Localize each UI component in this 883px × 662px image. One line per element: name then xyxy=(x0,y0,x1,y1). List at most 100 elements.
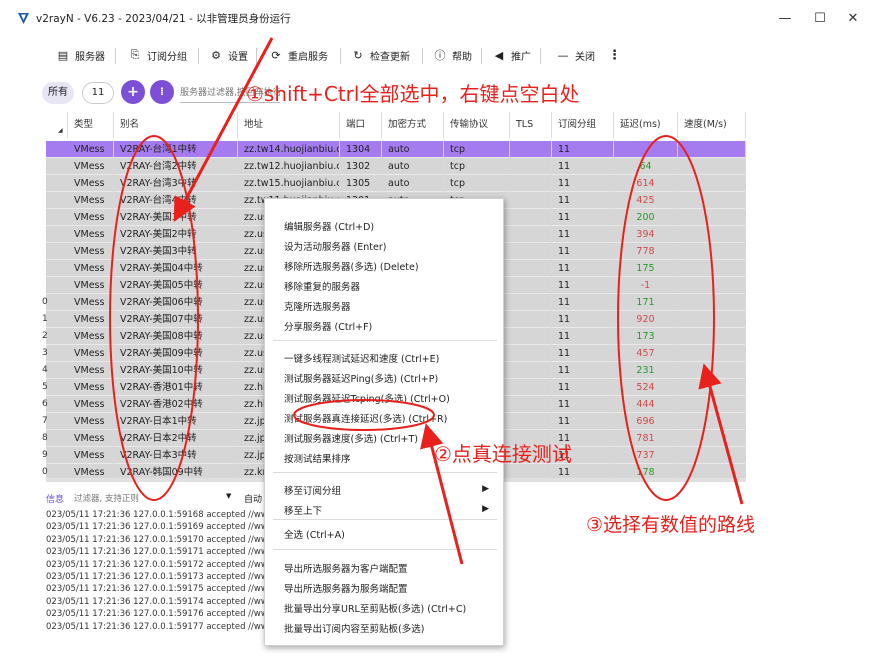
gear-icon: ⚙ xyxy=(211,48,221,62)
cell-addr: zz.tw12.huojianbiu.cn xyxy=(238,158,340,175)
close-app-button[interactable]: — 关闭 xyxy=(556,46,596,64)
header-encryption[interactable]: 加密方式 xyxy=(382,112,444,138)
cell-delay: 231 xyxy=(614,362,678,379)
restart-service-button[interactable]: ⟳ 重启服务 xyxy=(269,46,328,64)
settings-menu-button[interactable]: ⚙ 设置 xyxy=(209,46,248,64)
cell-speed xyxy=(678,243,746,260)
row-number: 7 xyxy=(42,416,48,426)
menu-item-test-real-delay[interactable]: 测试服务器真连接延迟(多选) (Ctrl+R) xyxy=(284,411,447,425)
annotation-step2: ②点真连接测试 xyxy=(434,442,572,466)
row-number: 0 xyxy=(42,297,48,307)
cell-alias: V2RAY-日本3中转 xyxy=(114,447,238,464)
minimize-button[interactable]: — xyxy=(770,8,800,30)
header-port[interactable]: 端口 xyxy=(340,112,382,138)
cell-delay: 175 xyxy=(614,260,678,277)
menu-item-export-server-config[interactable]: 导出所选服务器为服务端配置 xyxy=(284,581,408,595)
menu-item-share-server[interactable]: 分享服务器 (Ctrl+F) xyxy=(284,319,372,333)
cell-sub: 11 xyxy=(552,396,614,413)
cell-delay: 444 xyxy=(614,396,678,413)
cell-type: VMess xyxy=(68,141,114,158)
menu-item-test-tcping[interactable]: 测试服务器延迟Tcping(多选) (Ctrl+O) xyxy=(284,391,450,405)
cell-delay: 200 xyxy=(614,209,678,226)
cell-delay: 524 xyxy=(614,379,678,396)
sort-triangle-icon: ◢ xyxy=(58,127,63,134)
log-filter-input[interactable] xyxy=(74,491,224,506)
menu-item-test-speed[interactable]: 测试服务器速度(多选) (Ctrl+T) xyxy=(284,431,418,445)
menu-separator xyxy=(273,340,497,341)
toolbar-divider xyxy=(422,48,423,64)
sort-group-button[interactable]: ⁞ xyxy=(150,80,174,104)
cell-type: VMess xyxy=(68,430,114,447)
refresh-icon: ⟳ xyxy=(271,48,281,62)
header-transport[interactable]: 传输协议 xyxy=(444,112,510,138)
subscription-menu-button[interactable]: ⎘ 订阅分组 xyxy=(128,46,187,64)
cell-tls xyxy=(510,277,552,294)
cell-sub: 11 xyxy=(552,243,614,260)
cell-speed xyxy=(678,158,746,175)
cell-type: VMess xyxy=(68,209,114,226)
speaker-icon: ◀ xyxy=(494,48,504,62)
cell-alias: V2RAY-台湾1中转 xyxy=(114,141,238,158)
menu-item-multi-thread-test[interactable]: 一键多线程测试延迟和速度 (Ctrl+E) xyxy=(284,351,439,365)
cell-speed xyxy=(678,141,746,158)
header-tls[interactable]: TLS xyxy=(510,112,552,138)
group-all-tab[interactable]: 所有 xyxy=(42,82,74,104)
toolbar-divider xyxy=(115,48,116,64)
cell-net: tcp xyxy=(444,158,510,175)
cell-enc: auto xyxy=(382,175,444,192)
cell-alias: V2RAY-台湾3中转 xyxy=(114,175,238,192)
menu-item-move-up-down[interactable]: 移至上下 xyxy=(284,503,322,517)
menu-item-clone-server[interactable]: 克隆所选服务器 xyxy=(284,299,351,313)
menu-item-select-all[interactable]: 全选 (Ctrl+A) xyxy=(284,527,345,541)
cell-speed xyxy=(678,379,746,396)
header-subscription[interactable]: 订阅分组 xyxy=(552,112,614,138)
cell-sub: 11 xyxy=(552,413,614,430)
cell-type: VMess xyxy=(68,277,114,294)
cell-sub: 11 xyxy=(552,311,614,328)
help-button[interactable]: ⓘ 帮助 xyxy=(433,46,473,64)
maximize-button[interactable]: ☐ xyxy=(805,8,835,30)
cell-alias: V2RAY-美国1中转 xyxy=(114,209,238,226)
servers-menu-button[interactable]: ▤ 服务器 xyxy=(56,46,105,64)
cell-delay: 173 xyxy=(614,328,678,345)
group-11-tab[interactable]: 11 xyxy=(82,82,114,104)
header-alias[interactable]: 别名 xyxy=(114,112,238,138)
menu-item-export-client-config[interactable]: 导出所选服务器为客户端配置 xyxy=(284,561,408,575)
row-number: 1 xyxy=(42,314,48,324)
menu-item-move-to-subscription[interactable]: 移至订阅分组 xyxy=(284,483,341,497)
sync-icon: ↻ xyxy=(353,48,363,62)
menu-item-remove-selected-servers[interactable]: 移除所选服务器(多选) (Delete) xyxy=(284,259,419,273)
menu-item-set-active-server[interactable]: 设为活动服务器 (Enter) xyxy=(284,239,386,253)
header-speed[interactable]: 速度(M/s) xyxy=(678,112,746,138)
header-address[interactable]: 地址 xyxy=(238,112,340,138)
grid-corner-header[interactable]: ◢ xyxy=(46,112,68,138)
cell-alias: V2RAY-美国09中转 xyxy=(114,345,238,362)
header-type[interactable]: 类型 xyxy=(68,112,114,138)
cell-delay: 920 xyxy=(614,311,678,328)
cell-tls xyxy=(510,328,552,345)
add-group-button[interactable]: + xyxy=(121,80,145,104)
toolbar-divider xyxy=(340,48,341,64)
header-delay[interactable]: 延迟(ms) xyxy=(614,112,678,138)
menu-item-edit-server[interactable]: 编辑服务器 (Ctrl+D) xyxy=(284,219,374,233)
more-options-button[interactable]: ⋮ xyxy=(608,46,621,64)
cell-speed xyxy=(678,430,746,447)
cell-sub: 11 xyxy=(552,141,614,158)
auto-scroll-label[interactable]: 自动 xyxy=(244,492,262,505)
check-update-button[interactable]: ↻ 检查更新 xyxy=(351,46,410,64)
menu-item-export-subscription[interactable]: 批量导出订阅内容至剪贴板(多选) xyxy=(284,621,424,635)
table-row[interactable]: VMess V2RAY-台湾2中转 zz.tw12.huojianbiu.cn 130… xyxy=(46,158,746,175)
dropdown-arrow-icon[interactable]: ▼ xyxy=(226,492,231,500)
cell-tls xyxy=(510,175,552,192)
table-row[interactable]: VMess V2RAY-台湾1中转 zz.tw14.huojianbiu.cn 130… xyxy=(46,141,746,158)
toolbar-divider xyxy=(540,48,541,64)
promote-button[interactable]: ◀ 推广 xyxy=(492,46,531,64)
menu-item-remove-duplicate-servers[interactable]: 移除重复的服务器 xyxy=(284,279,360,293)
menu-item-sort-by-test-result[interactable]: 按测试结果排序 xyxy=(284,451,351,465)
cell-tls xyxy=(510,362,552,379)
table-row[interactable]: VMess V2RAY-台湾3中转 zz.tw15.huojianbiu.cn 130… xyxy=(46,175,746,192)
close-button[interactable]: ✕ xyxy=(838,8,868,30)
menu-item-export-share-urls[interactable]: 批量导出分享URL至剪贴板(多选) (Ctrl+C) xyxy=(284,601,466,615)
cell-delay: 737 xyxy=(614,447,678,464)
menu-item-test-ping[interactable]: 测试服务器延迟Ping(多选) (Ctrl+P) xyxy=(284,371,438,385)
